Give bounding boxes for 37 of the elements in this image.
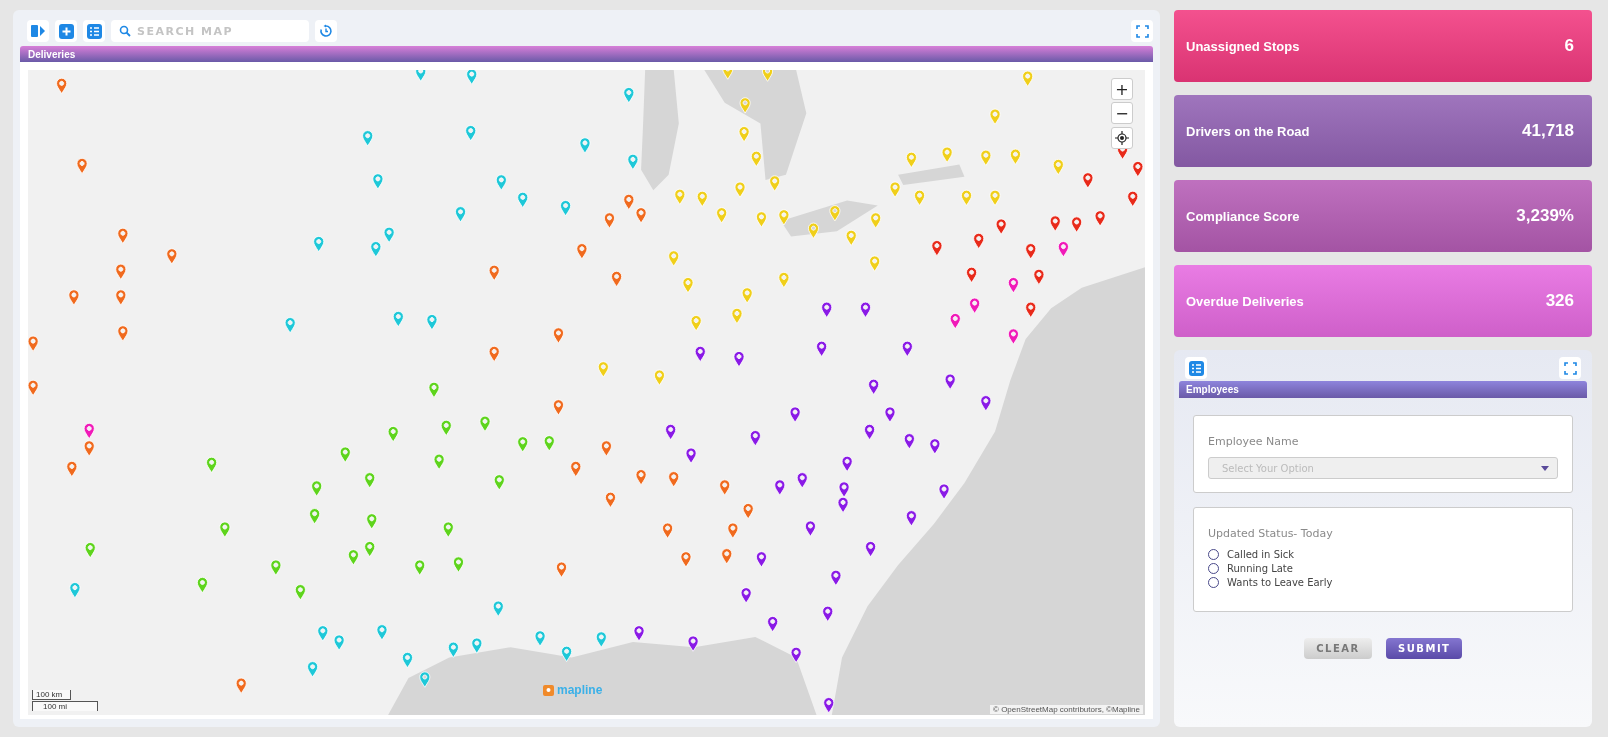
search-field[interactable]: SEARCH MAP — [111, 20, 309, 42]
stat-value: 3,239% — [1516, 206, 1574, 226]
radio-option[interactable]: Running Late — [1208, 563, 1293, 574]
attribution-text: © OpenStreetMap contributors, ©Mapline — [990, 705, 1143, 714]
list-button[interactable] — [1185, 357, 1207, 379]
fullscreen-icon — [1135, 24, 1149, 38]
zoom-in-button[interactable]: + — [1111, 78, 1133, 100]
panel-title: Employees — [1179, 381, 1587, 398]
radio-option[interactable]: Wants to Leave Early — [1208, 577, 1333, 588]
stat-value: 326 — [1545, 291, 1574, 311]
fullscreen-button[interactable] — [1131, 20, 1153, 42]
logo-icon — [543, 684, 554, 696]
locate-button[interactable] — [1111, 127, 1133, 149]
stat-label: Overdue Deliveries — [1186, 293, 1304, 309]
stat-label: Unassigned Stops — [1186, 38, 1300, 54]
field-label: Updated Status- Today — [1208, 527, 1333, 540]
panel-title: Deliveries — [20, 46, 1153, 62]
fullscreen-icon — [1563, 361, 1577, 375]
history-button[interactable] — [315, 20, 337, 42]
field-label: Employee Name — [1208, 435, 1299, 448]
logo-text: mapline — [557, 683, 603, 697]
stat-value: 6 — [1564, 36, 1574, 56]
history-icon — [319, 24, 333, 38]
list-button[interactable] — [83, 20, 105, 42]
scale-bar: 100 km — [32, 690, 71, 700]
stat-label: Drivers on the Road — [1186, 123, 1310, 139]
stat-label: Compliance Score — [1186, 208, 1300, 224]
submit-button[interactable]: SUBMIT — [1386, 638, 1462, 659]
zoom-out-button[interactable]: − — [1111, 102, 1133, 124]
radio-option[interactable]: Called in Sick — [1208, 549, 1295, 560]
add-button[interactable] — [55, 20, 77, 42]
search-icon — [119, 25, 131, 37]
caret-icon — [1541, 465, 1549, 471]
stat-value: 41,718 — [1522, 121, 1574, 141]
sidebar-toggle-icon[interactable] — [27, 20, 49, 42]
scale-bar: 100 mi — [32, 701, 98, 711]
fullscreen-button[interactable] — [1559, 357, 1581, 379]
